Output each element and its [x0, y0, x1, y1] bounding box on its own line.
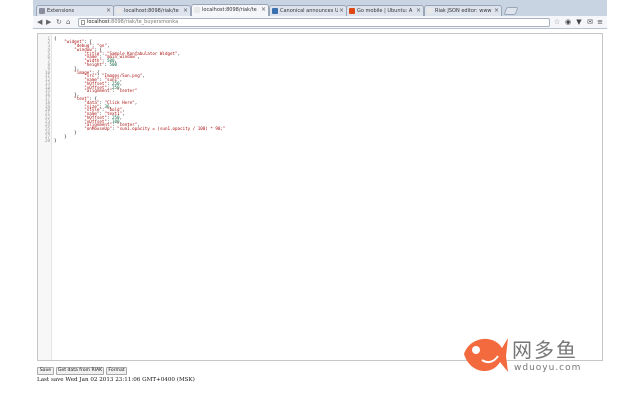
reload-icon[interactable]: ↻: [56, 18, 62, 27]
tab-favicon-icon: [427, 8, 433, 14]
tab-close-icon[interactable]: ×: [106, 6, 111, 16]
watermark: 网多鱼 wduoyu.com: [460, 330, 610, 380]
url-host: localhost: [87, 19, 110, 25]
fish-logo-icon: [464, 338, 508, 372]
code-text: }: [54, 137, 57, 143]
json-editor[interactable]: 1{2 "widget": {3 "debug": "on", 4 "window…: [37, 33, 603, 361]
browser-tab[interactable]: Extensions ×: [36, 5, 114, 16]
line-number: 28: [44, 137, 50, 143]
browser-tab[interactable]: localhost:8098/riak/te ×: [191, 4, 269, 16]
tab-favicon-icon: [194, 7, 200, 13]
tab-title: Extensions: [47, 8, 75, 14]
last-save-status: Last save Wed Jan 02 2013 23:11:06 GMT+0…: [37, 377, 195, 383]
browser-tab[interactable]: Go mobile | Ubuntu: A ×: [346, 5, 424, 16]
riak-icon[interactable]: ◉: [564, 18, 572, 26]
star-icon[interactable]: ☆: [553, 18, 561, 26]
tab-title: Go mobile | Ubuntu: A: [357, 8, 413, 14]
home-icon[interactable]: ⌂: [66, 18, 70, 27]
save-button[interactable]: Save: [37, 367, 54, 375]
tab-favicon-icon: [39, 8, 45, 14]
tab-favicon-icon: [349, 8, 355, 14]
tab-title: localhost:8098/riak/te: [202, 7, 257, 13]
tab-title: Canonical announces U: [280, 8, 338, 14]
format-button[interactable]: Format: [106, 367, 127, 375]
page-icon: [81, 20, 85, 25]
watermark-url: wduoyu.com: [514, 363, 582, 373]
back-arrow-icon[interactable]: ◀: [37, 18, 42, 27]
menu-icon[interactable]: ≡: [596, 18, 604, 26]
tab-close-icon[interactable]: ×: [494, 6, 499, 16]
tab-close-icon[interactable]: ×: [261, 5, 266, 15]
tab-close-icon[interactable]: ×: [416, 6, 421, 16]
watermark-brand: 网多鱼: [512, 338, 578, 362]
tab-title: Riak JSON editor: www: [435, 8, 492, 14]
forward-arrow-icon[interactable]: ▶: [46, 18, 51, 27]
get-data-button[interactable]: Get data from RIAK: [56, 367, 104, 375]
browser-toolbar: ◀ ▶ ↻ ⌂ localhost:8098/riak/te_buyersmon…: [33, 16, 607, 29]
new-tab-button[interactable]: [503, 7, 519, 15]
tab-close-icon[interactable]: ×: [183, 6, 188, 16]
browser-tab[interactable]: Riak JSON editor: www ×: [424, 5, 502, 16]
code-line: 28}: [38, 137, 598, 143]
address-bar[interactable]: localhost:8098/riak/te_buyersmonka: [78, 18, 550, 27]
url-path: :8098/riak/te_buyersmonka: [109, 19, 179, 25]
tab-strip: Extensions × localhost:8098/riak/te × localh…: [33, 0, 607, 16]
tab-favicon-icon: [116, 8, 122, 14]
tab-close-icon[interactable]: ×: [339, 6, 344, 16]
tab-title: localhost:8098/riak/te: [124, 8, 179, 14]
mail-icon[interactable]: ✉: [586, 18, 594, 26]
browser-tab[interactable]: localhost:8098/riak/te ×: [113, 5, 191, 16]
code-token: }: [54, 137, 57, 143]
pocket-icon[interactable]: ▼: [575, 18, 583, 26]
tab-favicon-icon: [272, 8, 278, 14]
browser-tab[interactable]: Canonical announces U ×: [269, 5, 347, 16]
